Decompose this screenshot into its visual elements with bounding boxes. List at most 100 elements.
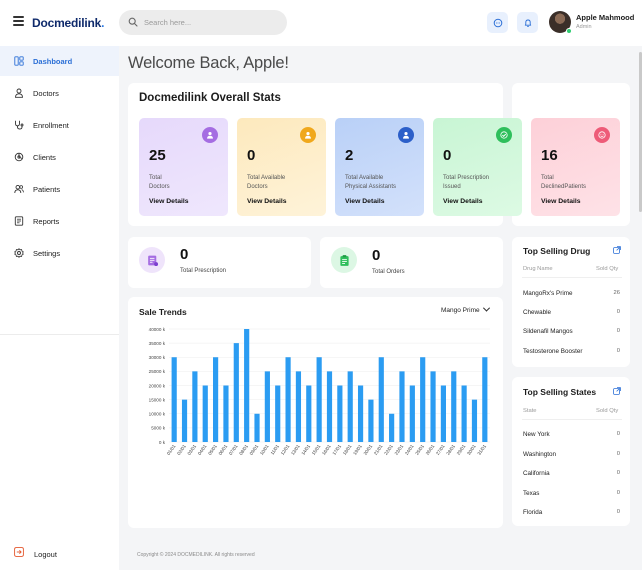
chart-bar[interactable] bbox=[440, 385, 446, 443]
chart-bar[interactable] bbox=[285, 357, 291, 442]
y-tick-label: 35000 k bbox=[149, 341, 166, 346]
x-tick-label: 10/01 bbox=[259, 443, 270, 456]
divider bbox=[522, 419, 622, 420]
stat-value: 25 bbox=[149, 147, 166, 164]
search-input[interactable] bbox=[144, 15, 274, 30]
sidebar-item-enrollment[interactable]: Enrollment bbox=[0, 110, 119, 140]
chart-bar[interactable] bbox=[337, 385, 343, 443]
patients-icon bbox=[14, 184, 24, 194]
chart-bar[interactable] bbox=[171, 357, 177, 442]
chart-bar[interactable] bbox=[223, 385, 229, 443]
view-details-link[interactable]: View Details bbox=[443, 198, 483, 205]
mini-stat-value: 0 bbox=[372, 247, 381, 264]
chart-bar[interactable] bbox=[471, 399, 478, 442]
stat-value: 16 bbox=[541, 147, 558, 164]
state-column-header: State bbox=[523, 408, 537, 414]
sidebar-item-dashboard[interactable]: Dashboard bbox=[0, 46, 119, 76]
chart-bar[interactable] bbox=[295, 371, 302, 442]
y-tick-label: 0 k bbox=[159, 440, 166, 445]
x-tick-label: 25/01 bbox=[414, 443, 425, 456]
x-tick-label: 12/01 bbox=[280, 443, 291, 456]
chart-bar[interactable] bbox=[451, 371, 457, 442]
x-tick-label: 31/01 bbox=[476, 443, 487, 456]
bell-icon bbox=[524, 19, 531, 27]
chart-bar[interactable] bbox=[192, 371, 198, 442]
chart-bar[interactable] bbox=[461, 385, 467, 443]
stat-value: 0 bbox=[443, 147, 452, 164]
chart-bar[interactable] bbox=[181, 399, 188, 442]
logout-button[interactable]: Logout bbox=[0, 539, 119, 569]
chart-bar[interactable] bbox=[399, 371, 405, 442]
messages-button[interactable] bbox=[487, 12, 508, 33]
x-tick-label: 03/01 bbox=[187, 443, 198, 456]
chart-bar[interactable] bbox=[213, 357, 219, 442]
sidebar-item-label: Dashboard bbox=[33, 57, 73, 66]
x-tick-label: 23/01 bbox=[394, 443, 405, 456]
stat-value: 2 bbox=[345, 147, 354, 164]
x-tick-label: 22/01 bbox=[383, 443, 394, 456]
view-details-link[interactable]: View Details bbox=[149, 198, 189, 205]
x-tick-label: 06/01 bbox=[218, 443, 229, 456]
chart-bar[interactable] bbox=[378, 357, 384, 442]
chart-bar[interactable] bbox=[264, 371, 270, 442]
chart-bar[interactable] bbox=[244, 329, 250, 442]
menu-icon[interactable] bbox=[13, 16, 24, 26]
sidebar-item-settings[interactable]: Settings bbox=[0, 238, 119, 268]
sidebar-item-label: Reports bbox=[33, 217, 60, 226]
chart-bar[interactable] bbox=[233, 343, 239, 442]
online-status-dot bbox=[566, 28, 572, 34]
top-states-title: Top Selling States bbox=[523, 387, 597, 397]
app-logo[interactable]: Docmedilink. bbox=[32, 16, 105, 30]
stat-card-prescription-issued[interactable]: 0 Total Prescription Issued View Details bbox=[433, 118, 522, 216]
stat-label: Total DeclinedPatients bbox=[541, 175, 587, 190]
chart-bar[interactable] bbox=[420, 357, 426, 442]
sidebar-item-patients[interactable]: Patients bbox=[0, 174, 119, 204]
x-tick-label: 14/01 bbox=[300, 443, 311, 456]
chart-bar[interactable] bbox=[409, 385, 415, 443]
view-details-link[interactable]: View Details bbox=[247, 198, 287, 205]
notifications-button[interactable] bbox=[517, 12, 538, 33]
external-link-icon[interactable] bbox=[613, 246, 621, 254]
x-tick-label: 11/01 bbox=[270, 443, 281, 455]
chart-bar[interactable] bbox=[368, 399, 374, 442]
stat-label: Total Available Doctors bbox=[247, 175, 286, 190]
sidebar-item-clients[interactable]: Clients bbox=[0, 142, 119, 172]
x-tick-label: 16/01 bbox=[321, 443, 332, 456]
stat-card-physical-assistants[interactable]: 2 Total Available Physical Assistants Vie… bbox=[335, 118, 424, 216]
chart-bar[interactable] bbox=[326, 371, 333, 442]
divider bbox=[522, 277, 622, 278]
mini-stat-value: 0 bbox=[180, 246, 189, 263]
x-tick-label: 18/01 bbox=[342, 443, 353, 456]
product-select[interactable]: Mango Prime bbox=[441, 304, 490, 314]
logout-label: Logout bbox=[34, 550, 57, 559]
search-icon bbox=[128, 17, 138, 27]
chart-bar[interactable] bbox=[482, 357, 488, 442]
stat-card-total-doctors[interactable]: 25 Total Doctors View Details bbox=[139, 118, 228, 216]
chart-bar[interactable] bbox=[357, 385, 364, 443]
view-details-link[interactable]: View Details bbox=[541, 198, 581, 205]
stat-label: Total Prescription Issued bbox=[443, 175, 490, 190]
x-tick-label: 13/01 bbox=[290, 443, 301, 456]
sidebar-item-doctors[interactable]: Doctors bbox=[0, 78, 119, 108]
chart-bar[interactable] bbox=[347, 371, 353, 442]
x-tick-label: 07/01 bbox=[228, 443, 239, 456]
clipboard-icon bbox=[331, 247, 357, 273]
chart-bar[interactable] bbox=[306, 385, 312, 443]
chart-bar[interactable] bbox=[389, 413, 395, 442]
view-details-link[interactable]: View Details bbox=[345, 198, 385, 205]
chart-bar[interactable] bbox=[202, 385, 208, 443]
x-tick-label: 02/01 bbox=[176, 443, 187, 456]
chart-bar[interactable] bbox=[275, 385, 281, 443]
stat-card-available-doctors[interactable]: 0 Total Available Doctors View Details bbox=[237, 118, 326, 216]
external-link-icon[interactable] bbox=[613, 387, 621, 395]
chart-bar[interactable] bbox=[254, 413, 260, 442]
y-tick-label: 15000 k bbox=[149, 397, 166, 402]
gear-icon bbox=[14, 248, 24, 258]
sidebar-item-label: Enrollment bbox=[33, 121, 69, 130]
chart-bar[interactable] bbox=[430, 371, 436, 442]
x-tick-label: 04/01 bbox=[197, 443, 208, 456]
sidebar-item-reports[interactable]: Reports bbox=[0, 206, 119, 236]
chart-bar[interactable] bbox=[316, 357, 322, 442]
drug-name-column-header: Drug Name bbox=[523, 266, 553, 272]
stat-card-declined-patients[interactable]: 16 Total DeclinedPatients View Details bbox=[531, 118, 620, 216]
